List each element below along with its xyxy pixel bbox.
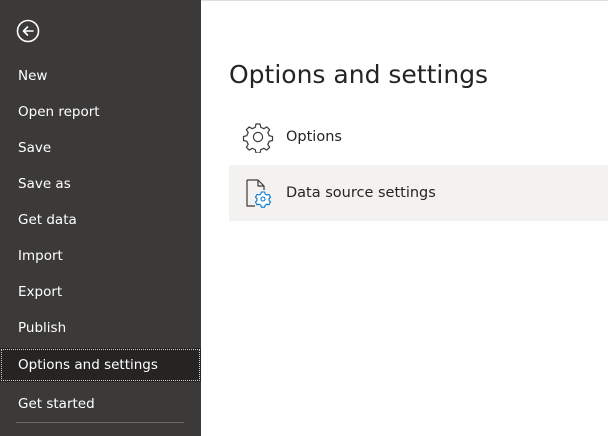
- menu-item-save-as[interactable]: Save as: [0, 167, 201, 201]
- menu-item-open-report[interactable]: Open report: [0, 95, 201, 129]
- menu-item-publish[interactable]: Publish: [0, 311, 201, 345]
- document-gear-icon: [246, 179, 272, 208]
- backstage-sidebar: New Open report Save Save as Get data Im…: [0, 0, 201, 436]
- menu-item-new[interactable]: New: [0, 59, 201, 93]
- menu-item-save[interactable]: Save: [0, 131, 201, 165]
- options-label: Options: [286, 129, 342, 145]
- page-title: Options and settings: [229, 60, 489, 89]
- menu-item-import[interactable]: Import: [0, 239, 201, 273]
- data-source-settings-label: Data source settings: [286, 185, 436, 201]
- back-arrow-icon[interactable]: [15, 18, 41, 44]
- menu-item-get-started[interactable]: Get started: [0, 387, 201, 421]
- gear-icon: [242, 123, 274, 153]
- sidebar-divider: [16, 422, 184, 423]
- top-border: [201, 0, 608, 1]
- menu-item-get-data[interactable]: Get data: [0, 203, 201, 237]
- options-row[interactable]: Options: [229, 109, 608, 165]
- menu-item-export[interactable]: Export: [0, 275, 201, 309]
- menu-item-options-and-settings[interactable]: Options and settings: [0, 348, 201, 382]
- data-source-settings-row[interactable]: Data source settings: [229, 165, 608, 221]
